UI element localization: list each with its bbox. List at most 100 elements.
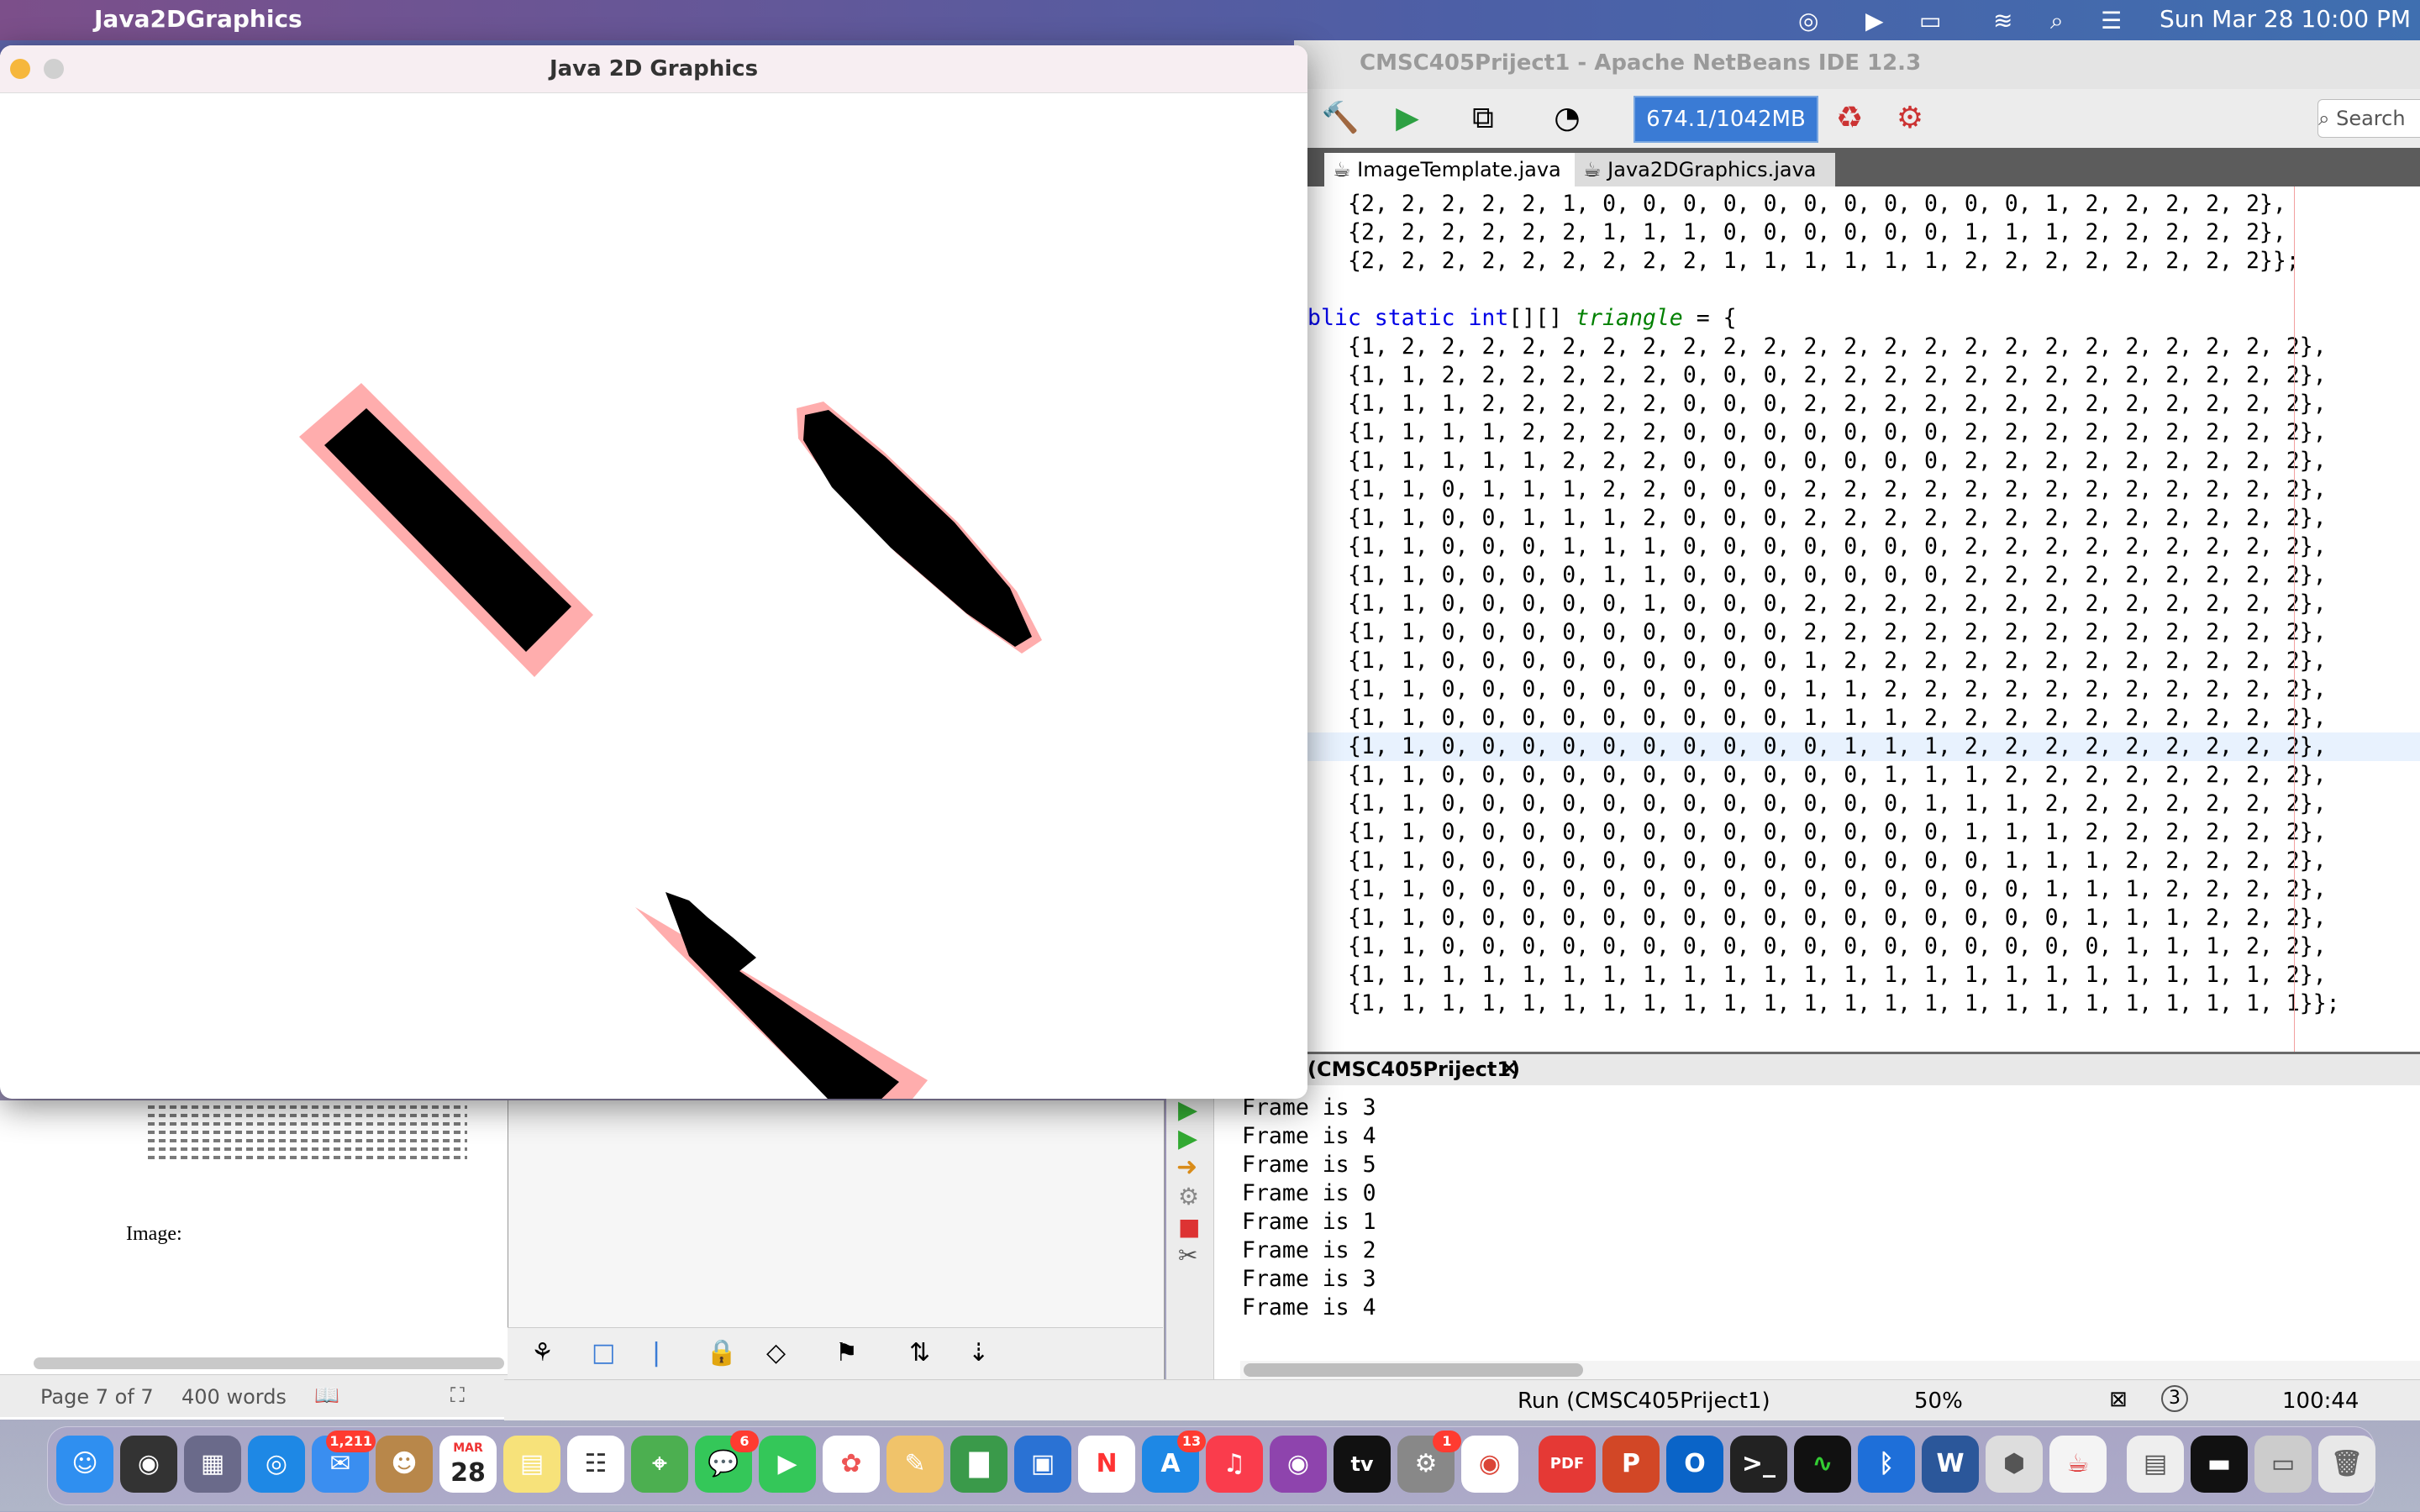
window-thumbnail-icon[interactable]: ▬: [2191, 1436, 2248, 1493]
search-placeholder: Search: [2336, 107, 2406, 130]
keynote-icon[interactable]: ▣: [1014, 1436, 1071, 1493]
image-label: Image:: [126, 1223, 182, 1245]
pages-icon[interactable]: ✎: [886, 1436, 944, 1493]
launchpad-icon[interactable]: ▦: [184, 1436, 241, 1493]
contacts-icon[interactable]: ☻: [376, 1436, 433, 1493]
arrow-right-icon[interactable]: ➜: [1176, 1152, 1197, 1182]
lock-icon[interactable]: 🔒: [706, 1338, 737, 1368]
focus-icon[interactable]: ⛶: [450, 1383, 465, 1407]
play-icon[interactable]: ▶: [1865, 7, 1884, 34]
terminal-icon[interactable]: >_: [1730, 1436, 1787, 1493]
bluetooth-icon[interactable]: ᛒ: [1858, 1436, 1915, 1493]
java-file-icon: ☕: [1333, 158, 1358, 181]
profile-button[interactable]: ◔: [1546, 97, 1588, 139]
code-identifier: triangle: [1576, 305, 1683, 331]
page-count[interactable]: Page 7 of 7: [40, 1385, 154, 1409]
apple-tv-icon[interactable]: tv: [1334, 1436, 1391, 1493]
powerpoint-icon[interactable]: P: [1602, 1436, 1660, 1493]
erase-icon[interactable]: ◇: [766, 1338, 786, 1368]
memory-indicator[interactable]: 674.1/1042MB: [1634, 96, 1818, 143]
java2d-window[interactable]: Java 2D Graphics: [0, 45, 1307, 1099]
code-keyword: blic static int: [1307, 305, 1509, 331]
minimize-button[interactable]: [10, 59, 30, 79]
document-thumbnail-icon[interactable]: ▤: [2127, 1436, 2184, 1493]
output-scroll-thumb[interactable]: [1244, 1363, 1583, 1377]
code-line: {1, 1, 1, 2, 2, 2, 2, 2, 0, 0, 0, 2, 2, …: [1348, 391, 2327, 417]
mail-icon[interactable]: ✉ 1,211: [312, 1431, 376, 1493]
word-document[interactable]: Image:: [0, 1100, 508, 1420]
music-icon[interactable]: ♫: [1206, 1436, 1263, 1493]
activity-monitor-icon[interactable]: ∿: [1794, 1436, 1851, 1493]
run-status[interactable]: Run (CMSC405Priject1): [1518, 1389, 1770, 1414]
pdf-reader-icon[interactable]: PDF: [1539, 1436, 1596, 1493]
outlook-icon[interactable]: O: [1666, 1436, 1723, 1493]
siri-icon[interactable]: ◉: [120, 1436, 177, 1493]
rerun-icon[interactable]: ▶: [1178, 1095, 1197, 1125]
spotlight-icon[interactable]: ⌕: [2050, 7, 2064, 35]
app-name[interactable]: Java2DGraphics: [94, 5, 302, 33]
maps-icon[interactable]: ⌖: [631, 1436, 688, 1493]
java-icon[interactable]: ☕: [2049, 1436, 2107, 1493]
battery-icon[interactable]: ▭: [1919, 7, 1941, 34]
code-line: {2, 2, 2, 2, 2, 1, 0, 0, 0, 0, 0, 0, 0, …: [1348, 191, 2286, 217]
wifi-icon[interactable]: ≋: [1993, 7, 2012, 34]
facetime-icon[interactable]: ▶: [759, 1436, 816, 1493]
control-center-icon[interactable]: ☰: [2101, 7, 2122, 34]
gc-icon[interactable]: ♻: [1828, 97, 1870, 139]
messages-icon[interactable]: 💬 6: [695, 1431, 759, 1493]
netbeans-icon[interactable]: ⬢: [1986, 1436, 2043, 1493]
finder-icon[interactable]: ☺: [56, 1436, 113, 1493]
code-editor[interactable]: {2, 2, 2, 2, 2, 1, 0, 0, 0, 0, 0, 0, 0, …: [1307, 186, 2420, 1052]
cursor-position[interactable]: 100:44: [2282, 1389, 2359, 1414]
code-line: {1, 1, 0, 0, 0, 1, 1, 1, 0, 0, 0, 0, 0, …: [1348, 533, 2327, 559]
gc-icon-2[interactable]: ⚙: [1889, 97, 1931, 139]
photos-icon[interactable]: ✿: [823, 1436, 880, 1493]
close-icon[interactable]: ×: [1501, 1056, 1518, 1079]
creative-cloud-icon[interactable]: ◎: [1798, 7, 1818, 34]
code-line: {1, 1, 0, 0, 0, 0, 0, 0, 0, 0, 0, 0, 0, …: [1348, 848, 2327, 874]
tab-java2dgraphics[interactable]: ☕ Java2DGraphics.java ×: [1575, 153, 1835, 215]
tiny-table-row: [148, 1147, 467, 1151]
trash-icon[interactable]: 🗑: [2318, 1436, 2375, 1493]
code-line: {1, 1, 0, 0, 0, 0, 0, 0, 0, 0, 0, 1, 2, …: [1348, 648, 2327, 674]
run-button[interactable]: ▶: [1386, 97, 1428, 139]
class-icon[interactable]: □: [592, 1338, 615, 1368]
search-input[interactable]: ⌕ Search: [2317, 99, 2420, 138]
tab-label: ImageTemplate.java: [1357, 158, 1561, 181]
field-icon[interactable]: |: [652, 1338, 660, 1368]
word-count[interactable]: 400 words: [182, 1385, 287, 1409]
clock[interactable]: Sun Mar 28 10:00 PM: [2160, 5, 2411, 33]
stop-icon[interactable]: ■: [1178, 1213, 1200, 1241]
notification-badge[interactable]: 3: [2161, 1385, 2188, 1412]
safari-icon[interactable]: ◎: [248, 1436, 305, 1493]
rerun-fast-icon[interactable]: ▶: [1178, 1124, 1197, 1153]
news-icon[interactable]: N: [1078, 1436, 1135, 1493]
downloads-icon[interactable]: ▭: [2254, 1436, 2312, 1493]
tv-label: tv: [1350, 1452, 1374, 1476]
system-preferences-icon[interactable]: ⚙ 1: [1397, 1431, 1461, 1493]
numbers-icon[interactable]: ▇: [950, 1436, 1007, 1493]
output-window[interactable]: Frame is 3 Frame is 4 Frame is 5 Frame is 0…: [1166, 1085, 2420, 1379]
clean-build-icon[interactable]: 🔨: [1319, 97, 1361, 139]
podcasts-icon[interactable]: ◉: [1270, 1436, 1327, 1493]
settings-icon[interactable]: ⚙: [1178, 1183, 1199, 1210]
sort-icon[interactable]: ⇅: [909, 1338, 930, 1368]
word-icon[interactable]: W: [1922, 1436, 1979, 1493]
debug-button[interactable]: ⧉: [1462, 97, 1504, 139]
tools-icon[interactable]: ✂: [1178, 1242, 1197, 1269]
zoom-button[interactable]: [44, 59, 64, 79]
proofing-icon[interactable]: 📖: [314, 1383, 339, 1407]
word-scrollbar[interactable]: [34, 1357, 504, 1369]
notes-icon[interactable]: ▤: [503, 1436, 560, 1493]
app-store-icon[interactable]: A 13: [1142, 1431, 1206, 1493]
close-icon[interactable]: ⊠: [2109, 1387, 2128, 1412]
chrome-icon[interactable]: ◉: [1461, 1436, 1518, 1493]
tab-imagetemplate[interactable]: ☕ ImageTemplate.java ×: [1324, 153, 1585, 215]
hierarchy-icon[interactable]: ⚘: [531, 1338, 554, 1368]
inherited-icon[interactable]: ⚑: [835, 1338, 858, 1368]
zoom-level[interactable]: 50%: [1914, 1389, 1963, 1414]
reminders-icon[interactable]: ☷: [567, 1436, 624, 1493]
sort-desc-icon[interactable]: ⇣: [968, 1338, 989, 1368]
calendar-icon[interactable]: MAR 28: [439, 1436, 497, 1493]
output-tab[interactable]: (CMSC405Priject1): [1307, 1058, 1520, 1081]
